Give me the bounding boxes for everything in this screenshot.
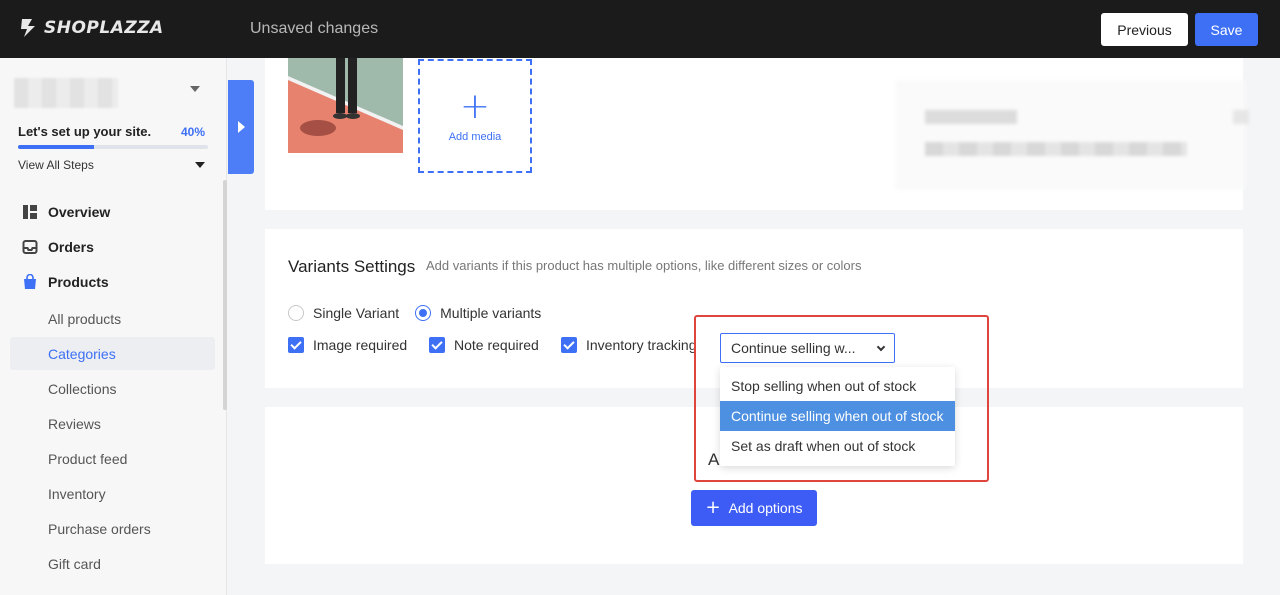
single-variant-radio[interactable]: Single Variant bbox=[288, 305, 399, 321]
expand-panel-tab[interactable] bbox=[228, 80, 254, 174]
add-media-button[interactable]: + Add media bbox=[418, 59, 532, 173]
variants-settings-card: Variants Settings Add variants if this p… bbox=[265, 229, 1243, 388]
top-bar: SHOPLAZZA Unsaved changes Previous Save bbox=[0, 0, 1280, 58]
variants-settings-description: Add variants if this product has multipl… bbox=[426, 258, 862, 273]
store-switch-caret-icon[interactable] bbox=[190, 86, 200, 92]
chevron-right-icon bbox=[237, 121, 245, 133]
sidebar: Let's set up your site. 40% View All Ste… bbox=[0, 58, 227, 595]
image-required-checkbox[interactable]: Image required bbox=[288, 337, 407, 353]
sidebar-subitem-purchase-orders[interactable]: Purchase orders bbox=[10, 512, 215, 545]
blurred-text-line bbox=[1233, 110, 1249, 124]
blurred-text-line bbox=[925, 142, 1187, 156]
dropdown-option-set-draft[interactable]: Set as draft when out of stock bbox=[720, 431, 955, 461]
save-button[interactable]: Save bbox=[1195, 13, 1258, 46]
sidebar-item-overview[interactable]: Overview bbox=[22, 204, 110, 220]
view-all-steps-link[interactable]: View All Steps bbox=[18, 158, 94, 172]
checkbox-label: Image required bbox=[313, 337, 408, 353]
chevron-down-icon[interactable] bbox=[195, 162, 205, 168]
dropdown-option-stop-selling[interactable]: Stop selling when out of stock bbox=[720, 371, 955, 401]
sidebar-subitem-all-products[interactable]: All products bbox=[10, 302, 215, 335]
store-name-blurred[interactable] bbox=[14, 78, 118, 108]
plus-icon: + bbox=[459, 86, 491, 127]
note-required-checkbox[interactable]: Note required bbox=[429, 337, 539, 353]
shoplazza-logo[interactable]: SHOPLAZZA bbox=[18, 17, 164, 39]
sidebar-subitem-categories[interactable]: Categories bbox=[10, 337, 215, 370]
inbox-icon bbox=[22, 240, 38, 254]
checkbox-checked-icon bbox=[288, 337, 304, 353]
media-card: + Add media bbox=[265, 58, 1249, 210]
sidebar-item-label: Orders bbox=[48, 239, 94, 255]
sidebar-item-label: Overview bbox=[48, 204, 111, 220]
shopping-bag-icon bbox=[24, 274, 36, 289]
blurred-text-line bbox=[925, 110, 1017, 124]
sidebar-subitem-product-feed[interactable]: Product feed bbox=[10, 442, 215, 475]
setup-percent: 40% bbox=[181, 125, 206, 139]
variants-settings-title: Variants Settings bbox=[288, 257, 416, 276]
previous-button[interactable]: Previous bbox=[1101, 13, 1188, 46]
radio-label: Single Variant bbox=[313, 305, 400, 321]
add-media-label: Add media bbox=[448, 131, 502, 143]
checkbox-label: Inventory tracking bbox=[586, 337, 697, 353]
dashboard-icon bbox=[23, 205, 37, 219]
sidebar-item-products[interactable]: Products bbox=[22, 274, 109, 290]
setup-progress-fill bbox=[18, 145, 94, 149]
out-of-stock-policy-select[interactable]: Continue selling w... bbox=[720, 333, 895, 363]
plus-icon: + bbox=[705, 497, 721, 518]
sidebar-subitem-collections[interactable]: Collections bbox=[10, 372, 215, 405]
checkbox-label: Note required bbox=[454, 337, 539, 353]
setup-progress-bar bbox=[18, 145, 208, 149]
checkbox-checked-icon bbox=[561, 337, 577, 353]
add-options-button[interactable]: + Add options bbox=[691, 490, 817, 526]
sidebar-subitem-gift-card[interactable]: Gift card bbox=[10, 547, 215, 580]
out-of-stock-policy-dropdown: Stop selling when out of stock Continue … bbox=[720, 367, 955, 466]
shoplazza-logo-icon bbox=[21, 19, 35, 37]
product-photo-image bbox=[288, 58, 403, 173]
unsaved-changes-label: Unsaved changes bbox=[250, 20, 379, 37]
blurred-info-panel bbox=[895, 80, 1245, 190]
inventory-tracking-checkbox[interactable]: Inventory tracking bbox=[561, 337, 697, 353]
checkbox-checked-icon bbox=[429, 337, 445, 353]
options-heading-partial: A bbox=[708, 450, 720, 469]
sidebar-item-orders[interactable]: Orders bbox=[22, 239, 94, 255]
dropdown-option-continue-selling[interactable]: Continue selling when out of stock bbox=[720, 401, 955, 431]
sidebar-subitem-reviews[interactable]: Reviews bbox=[10, 407, 215, 440]
variant-type-radio-group: Single Variant Multiple variants bbox=[288, 305, 541, 321]
chevron-down-icon bbox=[876, 342, 886, 352]
radio-unchecked-icon bbox=[288, 305, 304, 321]
setup-title: Let's set up your site. bbox=[18, 124, 152, 139]
sidebar-item-label: Products bbox=[48, 274, 109, 290]
product-media-thumbnail[interactable] bbox=[288, 58, 403, 173]
multiple-variants-radio[interactable]: Multiple variants bbox=[415, 305, 541, 321]
sidebar-subitem-inventory[interactable]: Inventory bbox=[10, 477, 215, 510]
add-options-label: Add options bbox=[728, 500, 803, 516]
sidebar-scrollbar[interactable] bbox=[223, 180, 227, 410]
select-value: Continue selling w... bbox=[731, 340, 856, 356]
logo-text: SHOPLAZZA bbox=[44, 18, 164, 38]
radio-label: Multiple variants bbox=[440, 305, 542, 321]
radio-checked-icon bbox=[415, 305, 432, 321]
